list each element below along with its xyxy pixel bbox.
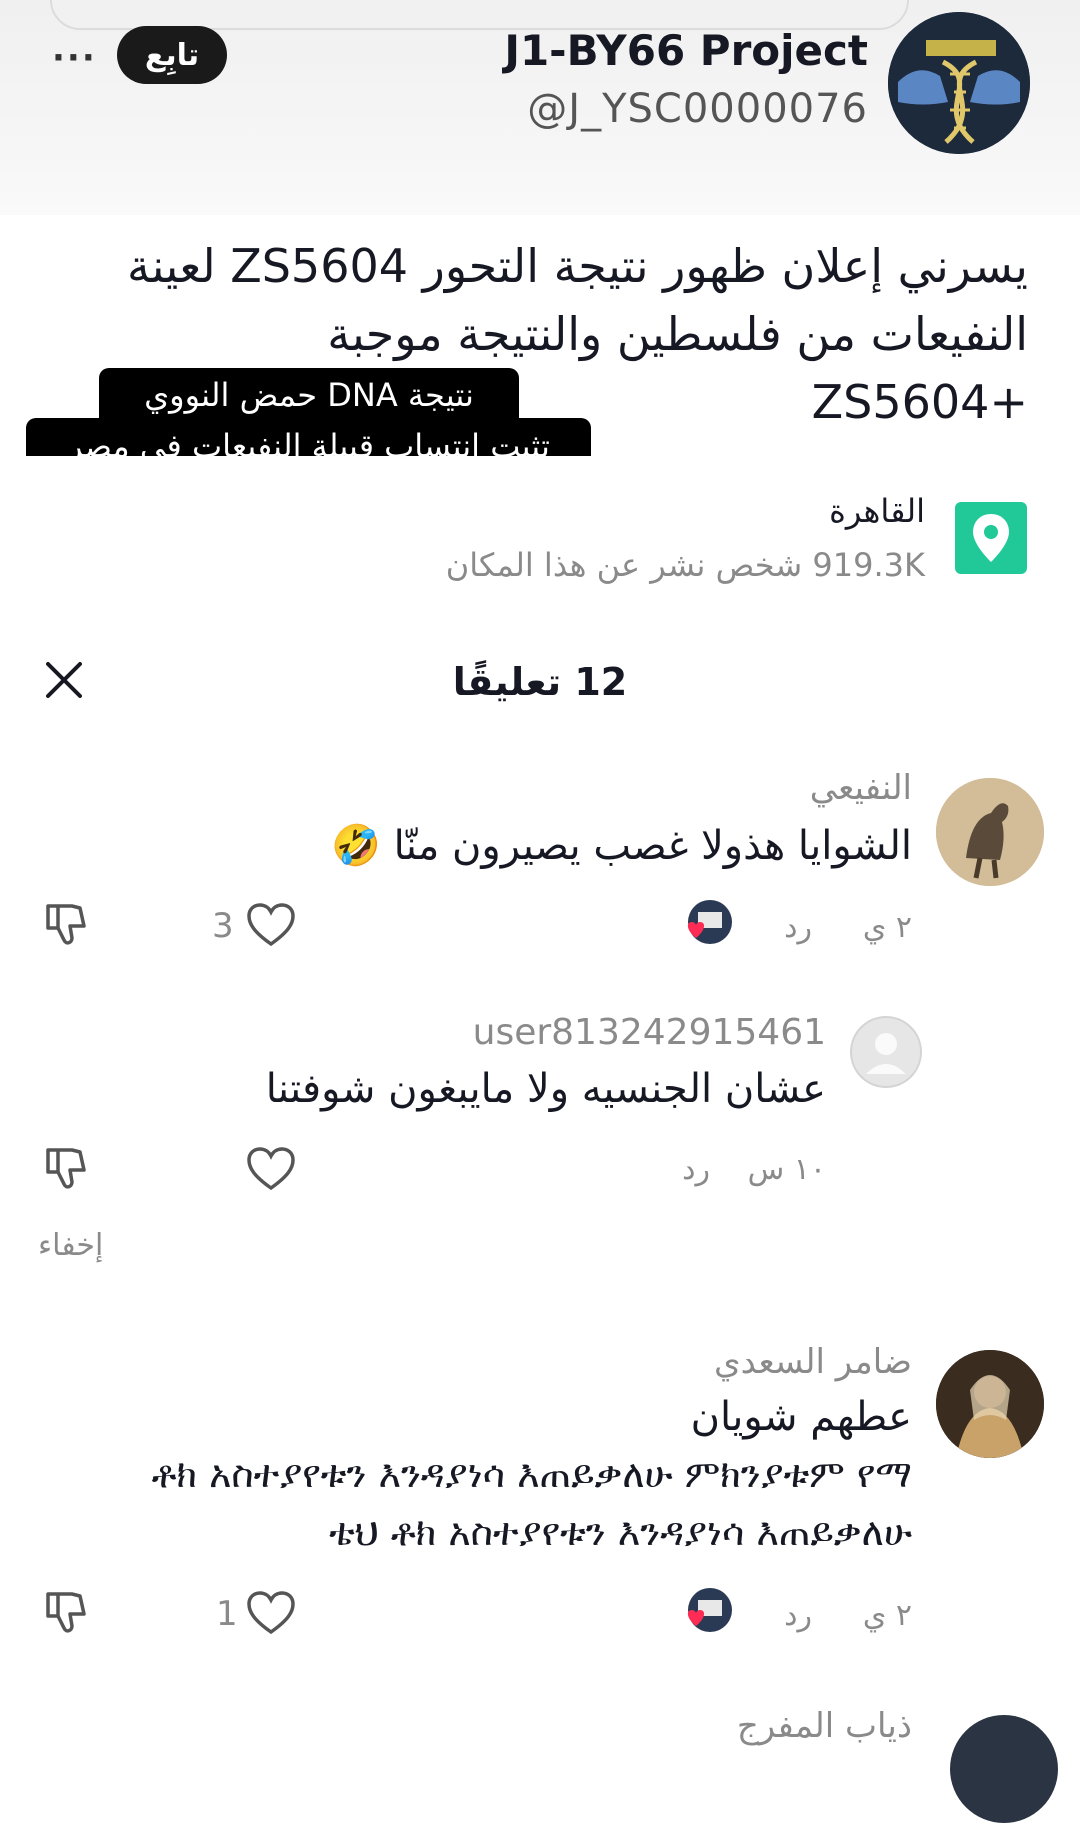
location-stats: 919.3K شخص نشر عن هذا المكان [445,546,925,584]
video-text-overlay: تثبت انتساب قبيلة النفيعات في مصر نتيجة … [26,368,591,456]
comment-username[interactable]: ضامر السعدي [714,1342,912,1382]
comment-username[interactable]: ذياب المفرج [737,1706,912,1746]
caption-line: يسرني إعلان ظهور نتيجة التحور ZS5604 لعي… [126,239,1028,293]
account-name[interactable]: J1-BY66 Project [504,26,868,75]
comment-username[interactable]: النفيعي [810,768,912,808]
comment-time: ٢ ي [862,1598,912,1633]
caption-line: النفيعات من فلسطين والنتيجة موجبة [327,307,1028,361]
creator-liked-icon [682,898,734,950]
overlay-line-1: نتيجة DNA حمض النووي [99,368,519,422]
reply-button[interactable]: رد [784,910,812,945]
reply-button[interactable]: رد [784,1598,812,1633]
location-name[interactable]: القاهرة [829,492,925,530]
commenter-avatar[interactable] [936,1350,1044,1458]
commenter-avatar[interactable] [950,1715,1058,1823]
comment-time: ١٠ س [747,1152,826,1187]
account-handle[interactable]: @J_YSC0000076 [527,86,868,132]
comment-text: عطهم شويان [690,1394,912,1440]
more-options-button[interactable]: ··· [52,38,95,78]
location-pin-icon[interactable] [955,502,1027,574]
hide-replies-button[interactable]: إخفاء [38,1228,103,1263]
caption-line: +ZS5604 [811,375,1028,429]
heart-icon[interactable] [246,1590,296,1640]
heart-icon[interactable] [246,902,296,952]
comments-count-title: 12 تعليقًا [452,660,628,704]
dna-logo-icon [888,12,1030,154]
profile-avatar[interactable] [888,12,1030,154]
dislike-icon[interactable] [42,1590,88,1640]
comment-time: ٢ ي [862,910,912,945]
profile-header: ··· تابِع J1-BY66 Project @J_YSC0000076 [0,0,1080,215]
close-icon[interactable] [44,660,84,700]
dislike-icon[interactable] [42,902,88,952]
follow-button[interactable]: تابِع [117,26,227,84]
comment-username[interactable]: user813242915461 [473,1012,826,1053]
overlay-line-2: تثبت انتساب قبيلة النفيعات في مصر [26,418,591,456]
comment-text: ቶክ አስተያየቱን እንዳያነሳ እጠይቃለሁ ምክንያቱም የማ [151,1452,912,1496]
heart-icon[interactable] [246,1146,296,1196]
like-count: 3 [212,906,234,946]
default-avatar-icon[interactable] [850,1016,922,1088]
creator-liked-icon [682,1586,734,1638]
comment-text: الشوايا هذولا غصب يصيرون منّا 🤣 [331,823,912,869]
dislike-icon[interactable] [42,1146,88,1196]
like-count: 1 [216,1594,238,1634]
commenter-avatar[interactable] [936,778,1044,886]
comment-text: ቴህ ቶክ አስተያየቱን እንዳያነሳ እጠይቃለሁ [329,1510,912,1554]
reply-button[interactable]: رد [682,1152,710,1187]
comment-text: عشان الجنسيه ولا مايبغون شوفتنا [265,1066,826,1112]
